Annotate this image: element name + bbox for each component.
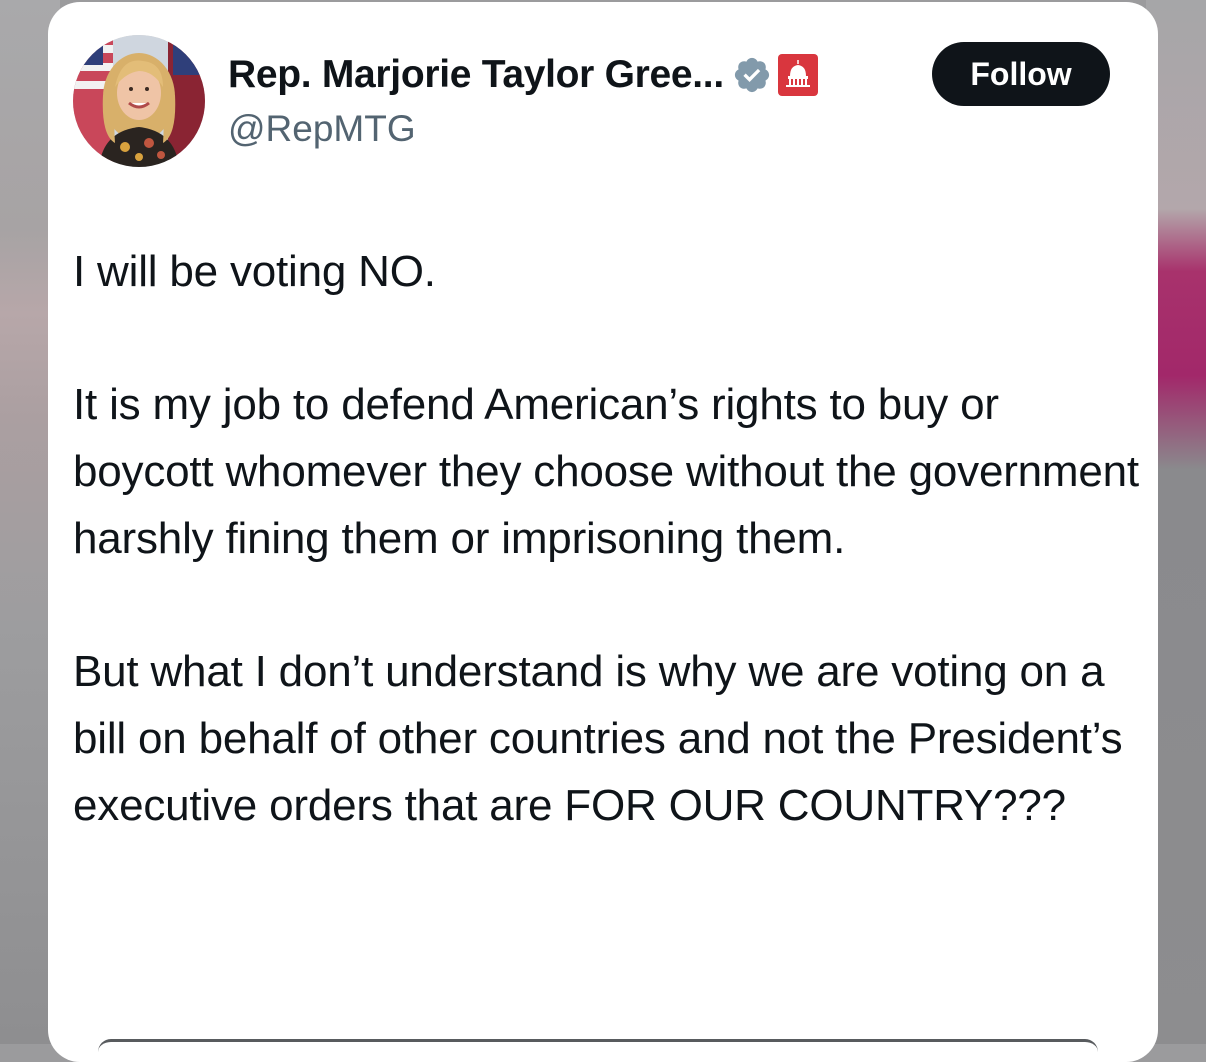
avatar[interactable] <box>73 35 205 167</box>
tweet-text: I will be voting NO. It is my job to def… <box>73 238 1143 839</box>
tweet-paragraph-1: I will be voting NO. <box>73 247 436 296</box>
embedded-card-top-edge <box>98 1039 1098 1052</box>
tweet-paragraph-3: But what I don’t understand is why we ar… <box>73 647 1123 830</box>
follow-button[interactable]: Follow <box>932 42 1110 106</box>
tweet-paragraph-2: It is my job to defend American’s rights… <box>73 380 1139 563</box>
author-handle[interactable]: @RepMTG <box>228 108 416 150</box>
tweet-card: Rep. Marjorie Taylor Gree... @RepMTG Fol… <box>48 2 1158 1062</box>
author-name-row: Rep. Marjorie Taylor Gree... <box>228 50 818 100</box>
avatar-image <box>73 35 205 167</box>
verified-badge-icon[interactable] <box>732 55 772 95</box>
author-display-name[interactable]: Rep. Marjorie Taylor Gree... <box>228 53 724 97</box>
house-gop-badge-icon[interactable] <box>777 52 818 98</box>
